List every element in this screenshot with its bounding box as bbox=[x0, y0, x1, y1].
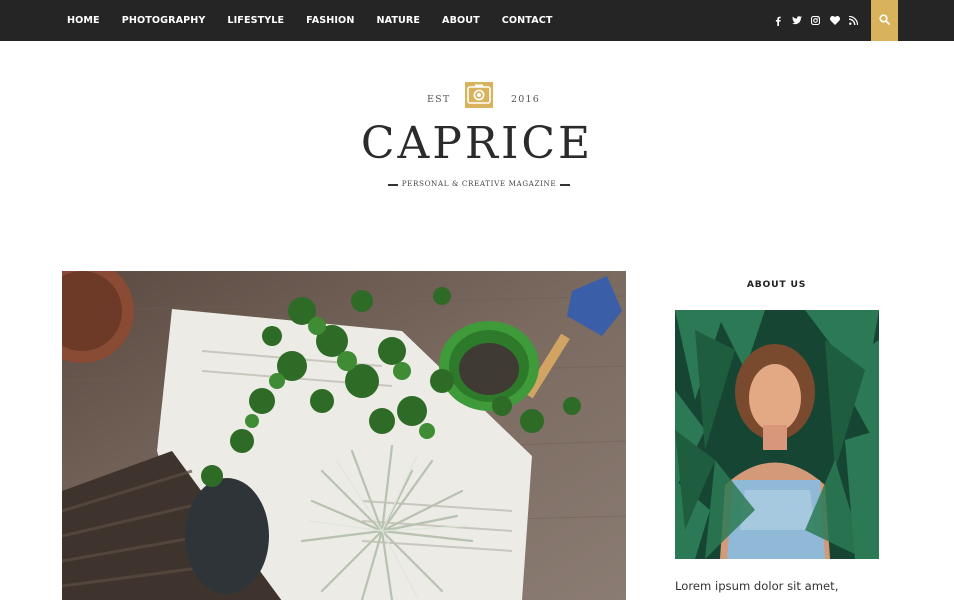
nav-item-contact[interactable]: CONTACT bbox=[502, 15, 553, 26]
est-year: 2016 bbox=[511, 94, 540, 105]
nav-item-photography[interactable]: PHOTOGRAPHY bbox=[122, 15, 206, 26]
nav-item-home[interactable]: HOME bbox=[67, 15, 100, 26]
instagram-icon[interactable] bbox=[806, 14, 825, 28]
nav-item-lifestyle[interactable]: LIFESTYLE bbox=[227, 15, 284, 26]
nav-item-nature[interactable]: NATURE bbox=[376, 15, 420, 26]
est-label: EST bbox=[427, 94, 451, 105]
rss-icon[interactable] bbox=[844, 14, 863, 28]
twitter-icon[interactable] bbox=[787, 14, 806, 28]
nav-item-about[interactable]: ABOUT bbox=[442, 15, 480, 26]
nav-item-fashion[interactable]: FASHION bbox=[306, 15, 354, 26]
facebook-icon[interactable] bbox=[768, 14, 787, 28]
featured-post-image[interactable] bbox=[62, 271, 626, 600]
site-logo[interactable]: CAPRICE bbox=[0, 118, 954, 169]
top-navigation-bar: HOME PHOTOGRAPHY LIFESTYLE FASHION NATUR… bbox=[0, 0, 954, 41]
about-us-text: Lorem ipsum dolor sit amet, bbox=[675, 579, 839, 593]
site-tagline: Personal & Creative Magazine bbox=[401, 179, 557, 188]
search-button[interactable] bbox=[871, 0, 898, 41]
sidebar-about-title: ABOUT US bbox=[746, 279, 807, 290]
tagline-dash-right bbox=[560, 184, 570, 186]
tagline-dash-left bbox=[388, 184, 398, 186]
camera-icon bbox=[465, 82, 493, 108]
main-menu: HOME PHOTOGRAPHY LIFESTYLE FASHION NATUR… bbox=[67, 0, 575, 41]
search-icon bbox=[879, 12, 890, 30]
heart-icon[interactable] bbox=[825, 14, 844, 28]
masthead-est-row: EST 2016 bbox=[0, 82, 954, 112]
tagline-row: Personal & Creative Magazine bbox=[0, 178, 954, 192]
social-links bbox=[768, 0, 863, 41]
about-us-photo bbox=[675, 310, 879, 559]
